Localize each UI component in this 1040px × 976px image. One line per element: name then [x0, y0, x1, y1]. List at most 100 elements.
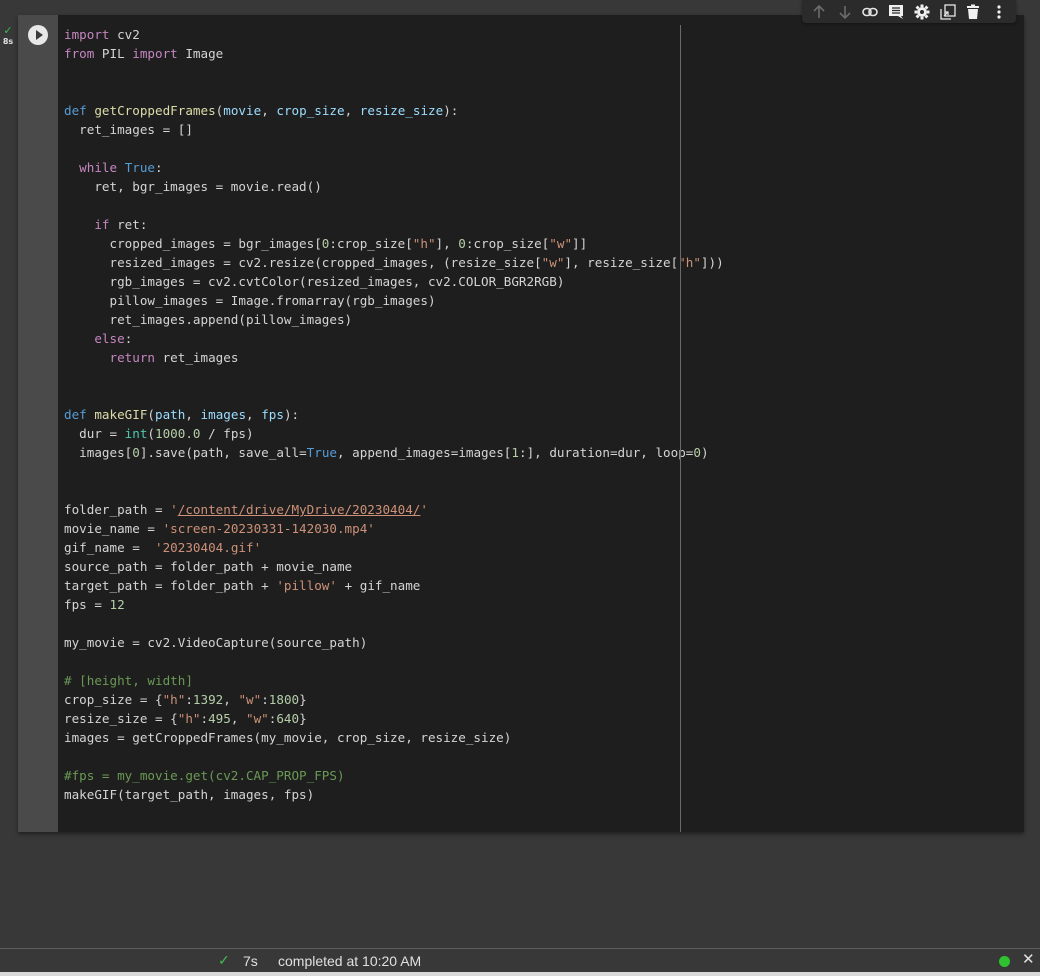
code-token: if [94, 217, 110, 232]
code-token: while [79, 160, 118, 175]
code-token: '20230404.gif' [155, 540, 262, 555]
code-line: fps = 12 [64, 595, 724, 614]
code-line: resized_images = cv2.resize(cropped_imag… [64, 253, 724, 272]
code-token: 1000.0 [155, 426, 201, 441]
link-to-cell-button[interactable] [860, 2, 880, 22]
cell-gutter [18, 15, 58, 832]
code-line: gif_name = '20230404.gif' [64, 538, 724, 557]
close-icon[interactable]: ✕ [1022, 952, 1035, 968]
code-token: , [246, 407, 262, 422]
mirror-cell-in-tab-button[interactable] [938, 2, 958, 22]
code-token: resized_images = cv2.resize(cropped_imag… [64, 255, 542, 270]
code-line: cropped_images = bgr_images[0:crop_size[… [64, 234, 724, 253]
code-token: 'screen-20230331-142030.mp4' [162, 521, 375, 536]
code-line: return ret_images [64, 348, 724, 367]
code-line: dur = int(1000.0 / fps) [64, 424, 724, 443]
code-token: folder_path = [64, 502, 171, 517]
code-line: def makeGIF(path, images, fps): [64, 405, 724, 424]
run-cell-button[interactable] [28, 25, 48, 45]
code-editor[interactable]: import cv2 from PIL import Image def getC… [64, 25, 724, 804]
code-line: import cv2 [64, 25, 724, 44]
code-token: ret, bgr_images = movie.read() [64, 179, 322, 194]
move-cell-down-button[interactable] [835, 2, 855, 22]
code-cell[interactable]: import cv2 from PIL import Image def getC… [18, 15, 1024, 832]
code-token: return [109, 350, 156, 365]
code-token: movie_name = [64, 521, 163, 536]
code-token: 12 [109, 597, 125, 612]
arrow-down-icon [839, 5, 851, 19]
code-token: ret_images = [] [64, 122, 193, 137]
code-token: crop_size [276, 103, 345, 118]
code-line: #fps = my_movie.get(cv2.CAP_PROP_FPS) [64, 766, 724, 785]
code-token: path [155, 407, 186, 422]
code-token: ])) [700, 255, 724, 270]
code-token: : [261, 692, 269, 707]
arrow-up-icon [813, 4, 825, 18]
execution-status: ✓ 8s [0, 26, 16, 47]
code-token: :], duration=dur, loop= [518, 445, 694, 460]
code-line: from PIL import Image [64, 44, 724, 63]
code-token: PIL [94, 46, 133, 61]
code-token: import [132, 46, 178, 61]
link-icon [862, 7, 879, 16]
code-token: 0 [693, 445, 701, 460]
code-token: True [306, 445, 337, 460]
code-token: "h" [162, 692, 186, 707]
code-token: getCroppedFrames [94, 103, 216, 118]
code-token: :crop_size[ [465, 236, 550, 251]
code-token: , [230, 711, 246, 726]
code-token: movie [223, 103, 262, 118]
add-comment-button[interactable] [886, 2, 906, 22]
more-actions-button[interactable] [989, 2, 1009, 22]
code-token: : [200, 711, 209, 726]
code-token: /content/drive/MyDrive/20230404/ [177, 502, 421, 517]
code-token: "w" [541, 255, 565, 270]
code-token: ) [700, 445, 709, 460]
code-line: rgb_images = cv2.cvtColor(resized_images… [64, 272, 724, 291]
code-token: ret_images.append(pillow_images) [64, 312, 353, 327]
code-token: 'pillow' [276, 578, 337, 593]
code-token: images [200, 407, 247, 422]
code-token: "w" [238, 692, 262, 707]
code-token: + gif_name [336, 578, 421, 593]
cell-settings-button[interactable] [912, 2, 932, 22]
code-line: crop_size = {"h":1392, "w":1800} [64, 690, 724, 709]
code-token: ], [435, 236, 459, 251]
code-token: # [height, width] [64, 673, 193, 688]
delete-cell-button[interactable] [963, 2, 983, 22]
code-token: source_path = folder_path + movie_name [64, 559, 353, 574]
execution-time: 8s [2, 37, 14, 46]
line-length-ruler [680, 25, 681, 832]
comment-icon [889, 4, 904, 19]
code-token: resize_size [359, 103, 444, 118]
code-token: , append_images=images[ [337, 445, 512, 460]
code-token: Image [177, 46, 224, 61]
move-cell-up-button[interactable] [809, 2, 829, 22]
code-line: my_movie = cv2.VideoCapture(source_path) [64, 633, 724, 652]
code-token: cv2 [109, 27, 140, 42]
code-line: def getCroppedFrames(movie, crop_size, r… [64, 101, 724, 120]
code-token: :crop_size[ [329, 236, 413, 251]
code-token: images = getCroppedFrames(my_movie, crop… [64, 730, 512, 745]
code-line: ret, bgr_images = movie.read() [64, 177, 724, 196]
code-token: / fps) [200, 426, 254, 441]
code-line: target_path = folder_path + 'pillow' + g… [64, 576, 724, 595]
code-line: ret_images.append(pillow_images) [64, 310, 724, 329]
trash-icon [967, 4, 980, 19]
code-line: while True: [64, 158, 724, 177]
code-token: ' [420, 502, 428, 517]
code-token: def [64, 407, 87, 422]
completion-status: completed at 10:20 AM [278, 953, 422, 969]
